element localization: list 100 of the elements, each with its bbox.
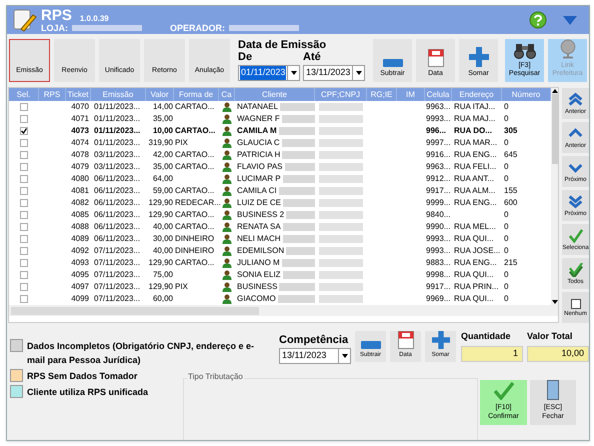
table-cell-text: PIX [174, 283, 189, 291]
table-cell-text: 01/11/2023... [93, 115, 142, 123]
redacted-block [282, 271, 315, 279]
table-cell-text: 03/11/2023... [93, 163, 142, 171]
client-name: EDEMILSON [237, 247, 284, 255]
row-checkbox[interactable] [20, 103, 28, 111]
table-cell-text: 9993... [425, 115, 452, 123]
redacted-block [319, 259, 363, 267]
table-cell-text: 9993... [425, 247, 452, 255]
table-cell-text: 129,90 [148, 211, 174, 219]
table-cell-text: RUA ENG... [453, 259, 498, 267]
row-checkbox[interactable] [20, 187, 28, 195]
table-cell-text: 0 [503, 139, 510, 147]
client-name: NELI MACH [237, 235, 281, 243]
table-cell-text: 4089 [70, 235, 90, 243]
row-checkbox[interactable] [20, 163, 28, 171]
to-date-field[interactable]: 13/11/2023 [303, 64, 365, 81]
checkmark-icon [568, 228, 582, 242]
calendar-icon [398, 331, 414, 349]
person-icon [222, 234, 232, 244]
table-cell-text: 0 [503, 223, 510, 231]
redacted-block [319, 151, 363, 159]
redacted-block [319, 223, 363, 231]
table-cell-text: RUA QUI... [453, 271, 495, 279]
table-cell-text: 35,00 [152, 163, 174, 171]
row-checkbox[interactable] [20, 283, 28, 291]
table-cell-text: CARTAO... [174, 223, 216, 231]
client-name: LUIZ DE CE [237, 199, 282, 207]
redacted-block [319, 163, 363, 171]
redacted-block [229, 25, 300, 31]
redacted-block [284, 163, 315, 171]
row-checkbox[interactable] [20, 271, 28, 279]
redacted-block [319, 271, 363, 279]
table-cell-text: 4081 [70, 187, 90, 195]
row-checkbox[interactable] [20, 199, 28, 207]
table-cell-text: 4070 [70, 103, 90, 111]
table-cell-text: 9963... [425, 163, 452, 171]
legend-text: Dados Incompletos (Obrigatório CNPJ, endereço e e-mail para Pessoa Jurídica) [27, 340, 256, 367]
table-cell-text: 4074 [70, 139, 90, 147]
redacted-block [278, 295, 315, 303]
table-cell-text: RUA MEL... [453, 223, 497, 231]
client-name: FLAVIO PAS [237, 163, 282, 171]
row-checkbox[interactable] [20, 223, 28, 231]
table-cell-text: 319,90 [148, 139, 174, 147]
redacted-block [319, 175, 363, 183]
table-cell-text: 03/11/2023... [93, 151, 142, 159]
competencia-date-field[interactable]: 13/11/2023 [279, 348, 351, 364]
quantity-field[interactable]: 1 [461, 346, 523, 362]
table-cell-text: PIX [174, 139, 189, 147]
row-checkbox[interactable] [20, 139, 28, 147]
redacted-block [319, 283, 363, 291]
table-cell-text: 06/11/2023... [93, 211, 142, 219]
operator-label: OPERADOR: [170, 24, 226, 32]
table-cell-text: CARTAO... [174, 211, 216, 219]
table-cell-text: RUA DO... [453, 127, 493, 135]
quantity-label: Quantidade [461, 331, 512, 342]
table-cell-text: 4080 [70, 175, 90, 183]
client-name: BUSINESS 2 [237, 211, 284, 219]
table-cell-text: CARTAO... [174, 127, 216, 135]
row-checkbox[interactable] [20, 151, 28, 159]
table-cell-text: 9912... [425, 175, 452, 183]
row-checkbox[interactable] [20, 247, 28, 255]
row-checkbox[interactable] [20, 295, 28, 303]
row-checkbox[interactable] [20, 175, 28, 183]
table-cell-text: 14,00 [152, 103, 174, 111]
person-icon [222, 102, 232, 112]
row-checkbox[interactable] [20, 115, 28, 123]
table-cell-text: CARTAO... [174, 187, 216, 195]
total-value-field[interactable]: 10,00 [527, 346, 589, 362]
row-checkbox[interactable] [20, 235, 28, 243]
table-cell-text: 07/11/2023... [93, 283, 142, 291]
table-cell-text: 4085 [70, 211, 90, 219]
table-cell-text: RUA MAJ... [453, 115, 496, 123]
table-cell-text: 06/11/2023... [93, 199, 142, 207]
table-cell-text: 4097 [70, 283, 90, 291]
client-name: PATRICIA H [237, 151, 280, 159]
table-cell-text: 42,00 [152, 151, 174, 159]
redacted-block [278, 187, 315, 195]
table-cell-text: CARTAO... [174, 103, 216, 111]
horizontal-scrollbar[interactable] [9, 305, 558, 316]
dropdown-caret-icon [356, 70, 362, 75]
row-checkbox[interactable] [20, 127, 28, 135]
person-icon [222, 282, 232, 292]
row-checkbox[interactable] [20, 211, 28, 219]
from-label: De [238, 51, 254, 65]
row-checkbox[interactable] [20, 259, 28, 267]
legend-text: RPS Sem Dados Tomador [27, 370, 138, 383]
dropdown-triangle-icon[interactable] [563, 16, 577, 24]
vertical-scrollbar[interactable] [551, 88, 558, 305]
help-icon[interactable] [529, 11, 547, 29]
from-date-field[interactable]: 01/11/2023 [238, 64, 300, 81]
person-icon [222, 294, 232, 304]
table-cell-text: 9999... [425, 199, 452, 207]
redacted-block [319, 139, 363, 147]
table-cell-text: 40,00 [152, 223, 174, 231]
empty-checkbox-icon [570, 298, 580, 308]
redacted-block [319, 247, 363, 255]
table-cell-text: RUA FELI... [453, 163, 498, 171]
client-name: GLAUCIA C [237, 139, 280, 147]
dropdown-caret-icon [342, 354, 348, 358]
